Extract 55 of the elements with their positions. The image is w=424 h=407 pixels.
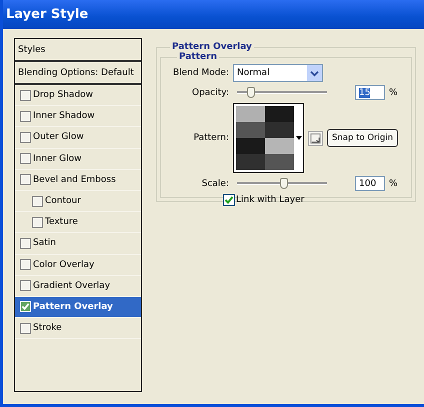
checkbox[interactable] xyxy=(20,280,31,292)
styles-header[interactable]: Styles xyxy=(15,39,141,62)
style-item[interactable]: Blending Options: Default xyxy=(15,62,141,85)
checkbox[interactable] xyxy=(20,90,31,101)
style-label: Contour xyxy=(45,196,81,206)
checkbox[interactable] xyxy=(20,132,31,143)
field-label: Pattern: xyxy=(192,133,229,143)
style-label: Outer Glow xyxy=(33,132,84,142)
style-item[interactable]: Texture xyxy=(15,212,141,234)
style-item[interactable]: Bevel and Emboss xyxy=(15,170,141,191)
new-preset-icon[interactable] xyxy=(308,130,323,146)
field-label: Scale: xyxy=(200,178,229,188)
group-title: Pattern Overlay xyxy=(171,42,253,52)
style-item[interactable]: Color Overlay xyxy=(15,254,141,276)
checkbox[interactable] xyxy=(223,194,235,206)
style-item[interactable]: Inner Glow xyxy=(15,148,141,170)
checkbox[interactable] xyxy=(32,196,43,207)
style-label: Texture xyxy=(45,217,78,228)
group-title: Pattern xyxy=(178,52,218,62)
checkbox[interactable] xyxy=(20,238,31,249)
checkbox[interactable] xyxy=(32,216,43,228)
checkbox[interactable] xyxy=(20,322,31,334)
style-item[interactable]: Contour xyxy=(15,190,141,212)
style-item[interactable]: Drop Shadow xyxy=(15,85,141,106)
pattern-swatch-drawing[interactable] xyxy=(236,106,294,170)
style-item[interactable]: Pattern Overlay xyxy=(15,296,141,318)
checkbox[interactable] xyxy=(20,259,31,270)
link-with-layer-label: Link with Layer xyxy=(236,195,304,205)
percent-label: % xyxy=(389,88,398,98)
style-item[interactable]: Outer Glow xyxy=(15,127,141,149)
style-item[interactable]: Inner Shadow xyxy=(15,106,141,128)
style-label: Color Overlay xyxy=(33,260,94,270)
style-item[interactable]: Satin xyxy=(15,233,141,254)
checkbox[interactable] xyxy=(20,110,31,122)
slider-thumb[interactable] xyxy=(246,87,254,98)
checkbox[interactable] xyxy=(20,153,31,164)
checkbox[interactable] xyxy=(20,174,31,186)
style-label: Satin xyxy=(33,238,56,248)
style-label: Drop Shadow xyxy=(33,90,94,100)
style-label: Inner Shadow xyxy=(33,111,95,122)
style-label: Stroke xyxy=(33,323,62,334)
style-item[interactable]: Stroke xyxy=(15,318,141,340)
style-label: Gradient Overlay xyxy=(33,280,110,291)
snap-to-origin-button[interactable]: Snap to Origin xyxy=(327,129,398,147)
style-label: Pattern Overlay xyxy=(33,302,113,312)
style-label: Bevel and Emboss xyxy=(33,174,116,185)
window-title: Layer Style xyxy=(6,7,88,22)
blend-mode-dropdown[interactable]: Normal xyxy=(233,64,323,82)
style-label: Inner Glow xyxy=(33,154,82,164)
slider-thumb[interactable] xyxy=(280,178,288,189)
field-label: Blend Mode: xyxy=(172,68,229,78)
field-label: Opacity: xyxy=(191,88,229,98)
scale-field[interactable]: 100 xyxy=(355,176,385,191)
percent-label: % xyxy=(389,178,398,188)
opacity-field[interactable]: 15 xyxy=(355,85,385,100)
